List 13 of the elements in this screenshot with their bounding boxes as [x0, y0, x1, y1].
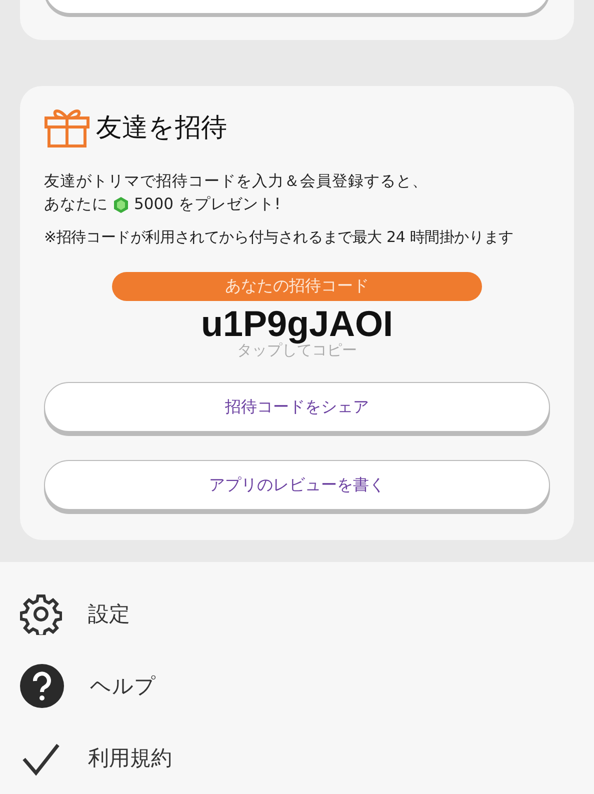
reward-text: 5000 をプレゼント!	[134, 194, 281, 215]
menu-item[interactable]: 利用規約	[88, 744, 172, 772]
card-title: 友達を招待	[96, 112, 227, 144]
settings-icon	[20, 593, 62, 635]
note-text: ※招待コードが利用されてから付与されるまで最大 24 時間掛かります	[44, 227, 514, 248]
menu-item[interactable]: ヘルプ	[90, 672, 156, 700]
invite-code[interactable]: u1P9gJAOI	[200, 303, 394, 345]
description-text: あなたに	[44, 194, 108, 215]
description-text: 友達がトリマで招待コードを入力＆会員登録すると、	[44, 171, 428, 192]
help-icon	[20, 664, 64, 708]
menu-item[interactable]: 設定	[88, 600, 130, 628]
gem-icon	[112, 196, 130, 214]
code-label: あなたの招待コード	[112, 272, 482, 301]
